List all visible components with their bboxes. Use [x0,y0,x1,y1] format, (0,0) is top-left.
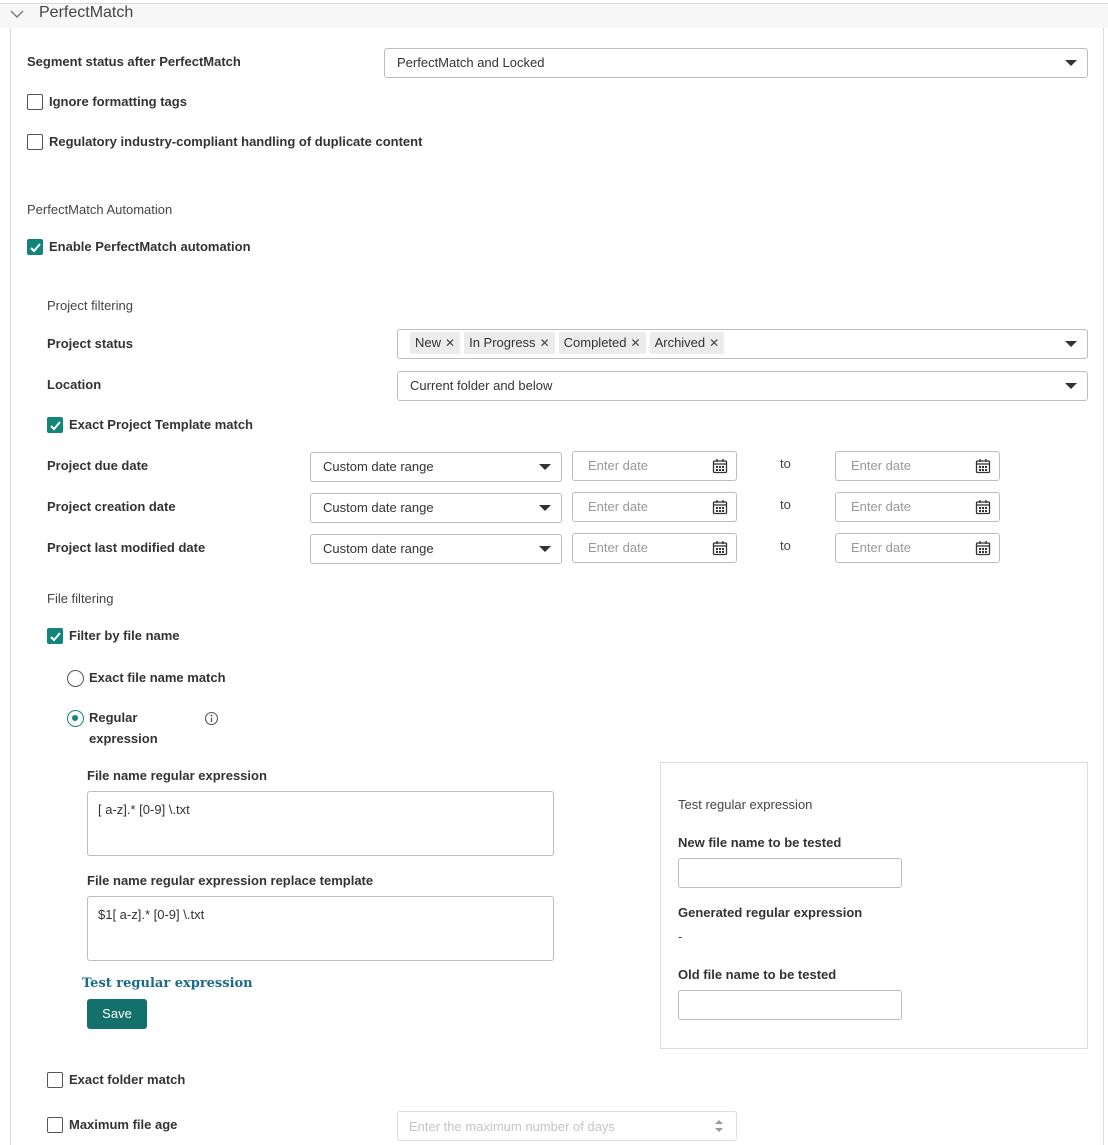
dropdown-caret-icon [539,546,551,552]
exact-folder-checkbox[interactable] [47,1072,63,1088]
remove-tag-icon[interactable]: ✕ [540,336,550,350]
regex-label-line1: Regular [89,710,138,725]
replace-textarea[interactable]: $1[ a-z].* [0-9] \.txt [87,896,554,961]
template-match-label: Exact Project Template match [69,417,253,432]
regex-textarea[interactable]: [ a-z].* [0-9] \.txt [87,791,554,856]
exact-file-name-radio[interactable] [67,670,84,687]
status-tag: Archived ✕ [649,332,725,354]
automation-heading: PerfectMatch Automation [27,202,173,217]
dropdown-caret-icon [539,464,551,470]
exact-file-name-label: Exact file name match [89,670,226,685]
filter-by-name-label: Filter by file name [69,628,180,643]
regex-field-label: File name regular expression [87,768,267,783]
generated-label: Generated regular expression [678,905,863,920]
old-name-input[interactable] [678,990,902,1020]
enable-automation-label: Enable PerfectMatch automation [49,239,251,254]
regex-radio[interactable] [67,710,84,727]
calendar-icon[interactable] [975,458,991,474]
remove-tag-icon[interactable]: ✕ [631,336,641,350]
creation-date-from-input[interactable]: Enter date [572,492,737,522]
regulatory-checkbox[interactable] [27,134,43,150]
save-button[interactable]: Save [87,999,147,1029]
filter-by-name-checkbox[interactable] [47,628,63,644]
location-value: Current folder and below [410,378,553,393]
checkmark-icon [30,243,41,253]
dropdown-caret-icon [539,505,551,511]
test-regex-link[interactable]: Test regular expression [82,976,253,991]
due-date-to-text: to [780,456,791,471]
calendar-icon[interactable] [712,540,728,556]
replace-field-label: File name regular expression replace tem… [87,873,374,888]
creation-date-range-select[interactable]: Custom date range [310,493,562,523]
remove-tag-icon[interactable]: ✕ [709,336,719,350]
enable-automation-checkbox[interactable] [27,239,43,255]
checkmark-icon [50,632,61,642]
spinner-arrows-icon[interactable] [714,1118,724,1134]
project-status-label: Project status [47,336,133,351]
max-age-checkbox[interactable] [47,1117,63,1133]
section-title: PerfectMatch [39,4,134,21]
exact-folder-label: Exact folder match [69,1072,186,1087]
dropdown-caret-icon [1065,341,1077,347]
section-header[interactable] [0,4,1108,28]
calendar-icon[interactable] [712,499,728,515]
project-filtering-heading: Project filtering [47,298,133,313]
creation-date-to-input[interactable]: Enter date [835,492,1000,522]
calendar-icon[interactable] [975,499,991,515]
calendar-icon[interactable] [975,540,991,556]
regex-label-line2: expression [89,731,158,746]
status-tag: In Progress ✕ [464,332,555,354]
regulatory-label: Regulatory industry-compliant handling o… [49,134,423,149]
max-age-label: Maximum file age [69,1117,178,1132]
modified-date-to-input[interactable]: Enter date [835,533,1000,563]
due-date-from-input[interactable]: Enter date [572,451,737,481]
location-label: Location [47,377,102,392]
template-match-checkbox[interactable] [47,417,63,433]
chevron-down-icon[interactable] [9,7,25,21]
info-icon[interactable] [204,711,219,726]
status-tag: Completed ✕ [558,332,646,354]
modified-date-range-select[interactable]: Custom date range [310,534,562,564]
ignore-formatting-checkbox[interactable] [27,94,43,110]
modified-date-label: Project last modified date [47,540,206,555]
creation-date-to-text: to [780,497,791,512]
status-tag: New ✕ [410,332,461,354]
creation-date-label: Project creation date [47,499,176,514]
modified-date-from-input[interactable]: Enter date [572,533,737,563]
remove-tag-icon[interactable]: ✕ [445,336,455,350]
new-name-label: New file name to be tested [678,835,842,850]
file-filtering-heading: File filtering [47,591,114,606]
location-select[interactable]: Current folder and below [397,371,1088,401]
max-age-input[interactable]: Enter the maximum number of days [397,1111,737,1141]
old-name-label: Old file name to be tested [678,967,837,982]
due-date-range-select[interactable]: Custom date range [310,452,562,482]
new-name-input[interactable] [678,858,902,888]
due-date-label: Project due date [47,458,149,473]
segment-status-value: PerfectMatch and Locked [397,55,545,70]
due-date-to-input[interactable]: Enter date [835,451,1000,481]
modified-date-to-text: to [780,538,791,553]
project-status-multiselect[interactable]: New ✕ In Progress ✕ Completed ✕ Archived ✕ [397,329,1088,359]
checkmark-icon [50,421,61,431]
segment-status-select[interactable]: PerfectMatch and Locked [384,48,1088,78]
test-panel-heading: Test regular expression [678,797,813,812]
generated-value: - [678,929,683,944]
segment-status-label: Segment status after PerfectMatch [27,54,241,69]
dropdown-caret-icon [1065,60,1077,66]
max-age-placeholder: Enter the maximum number of days [409,1119,615,1134]
ignore-formatting-label: Ignore formatting tags [49,94,187,109]
dropdown-caret-icon [1065,383,1077,389]
calendar-icon[interactable] [712,458,728,474]
